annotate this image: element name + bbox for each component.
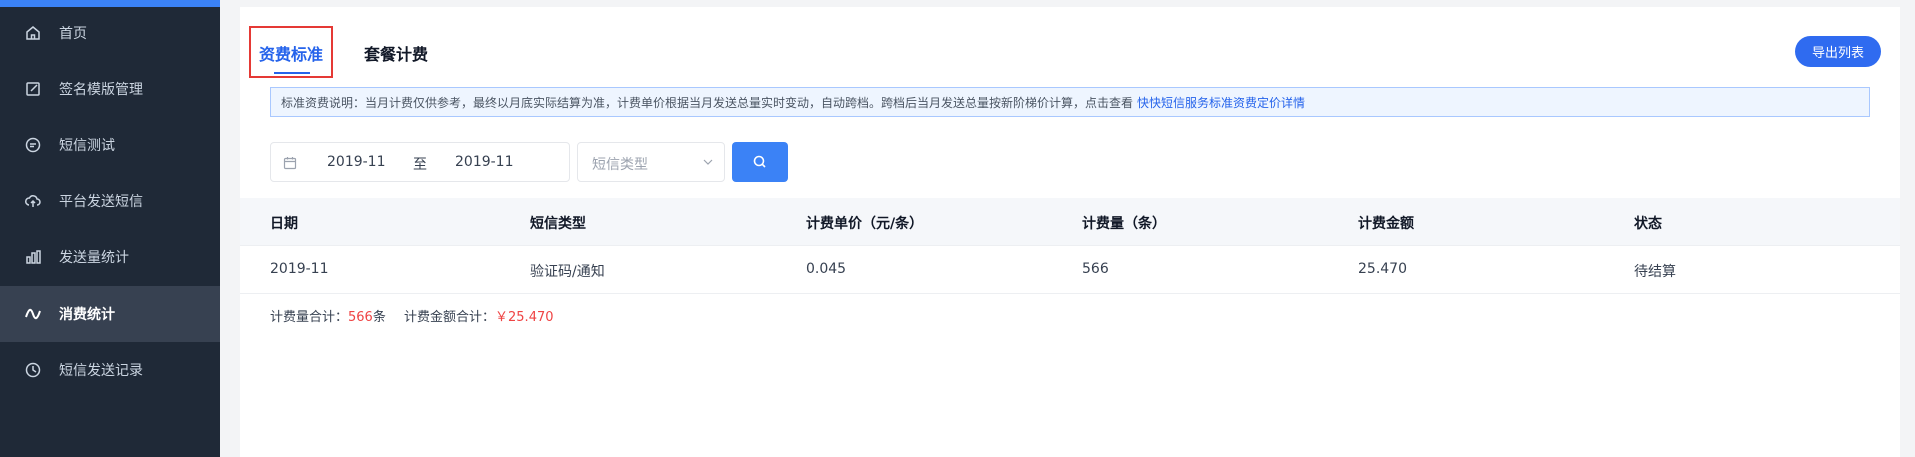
cell-billing-amount: 25.470 <box>1358 261 1407 277</box>
sidebar-item-sms-test[interactable]: 短信测试 <box>0 117 220 173</box>
date-separator: 至 <box>413 157 427 173</box>
sidebar-item-send-stats[interactable]: 发送量统计 <box>0 229 220 285</box>
notice-text: 标准资费说明：当月计费仅供参考，最终以月底实际结算为准，计费单价根据当月发送总量… <box>281 95 1134 110</box>
column-header-status: 状态 <box>1634 216 1662 232</box>
pricing-details-link[interactable]: 快快短信服务标准资费定价详情 <box>1137 94 1305 111</box>
summary-count-unit: 条 <box>372 310 386 325</box>
summary-count-value: 566 <box>348 310 373 325</box>
billing-summary: 计费量合计：566条 计费金额合计：￥25.470 <box>270 306 554 325</box>
summary-amount-label: 计费金额合计： <box>404 310 496 325</box>
wave-icon <box>24 305 42 323</box>
column-header-sms-type: 短信类型 <box>530 216 586 232</box>
cell-status: 待结算 <box>1634 264 1676 280</box>
summary-amount-value: ￥25.470 <box>495 310 554 325</box>
bar-chart-icon <box>24 248 42 266</box>
date-start[interactable]: 2019-11 <box>327 154 386 170</box>
pricing-notice: 标准资费说明：当月计费仅供参考，最终以月底实际结算为准，计费单价根据当月发送总量… <box>270 87 1870 117</box>
sidebar-item-label: 短信测试 <box>59 138 115 154</box>
sidebar-item-send-records[interactable]: 短信发送记录 <box>0 342 220 398</box>
clock-icon <box>24 361 42 379</box>
cell-date: 2019-11 <box>270 261 329 277</box>
export-list-button[interactable]: 导出列表 <box>1795 36 1881 67</box>
edit-icon <box>24 80 42 98</box>
sidebar: 首页 签名模版管理 短信测试 平台发送短信 发送量统计 消费统计 短信发送记录 <box>0 0 220 457</box>
column-header-date: 日期 <box>270 216 298 232</box>
column-header-billing-amount: 计费金额 <box>1358 216 1414 232</box>
calendar-icon <box>283 155 297 170</box>
home-icon <box>24 24 42 42</box>
cell-unit-price: 0.045 <box>806 261 847 277</box>
sidebar-item-label: 平台发送短信 <box>59 194 143 210</box>
sidebar-item-consumption-stats[interactable]: 消费统计 <box>0 286 220 342</box>
tab-highlight-box <box>249 26 333 78</box>
table-row: 2019-11 验证码/通知 0.045 566 25.470 待结算 <box>240 246 1900 294</box>
sidebar-item-label: 消费统计 <box>59 307 115 323</box>
table-header: 日期 短信类型 计费单价（元/条） 计费量（条） 计费金额 状态 <box>240 198 1900 246</box>
sidebar-item-home[interactable]: 首页 <box>0 5 220 61</box>
chevron-down-icon <box>702 156 714 168</box>
message-icon <box>24 136 42 154</box>
sms-type-placeholder: 短信类型 <box>592 157 648 173</box>
sms-type-select[interactable]: 短信类型 <box>577 142 725 182</box>
sidebar-item-signature-template[interactable]: 签名模版管理 <box>0 61 220 117</box>
sidebar-item-platform-send[interactable]: 平台发送短信 <box>0 173 220 229</box>
sidebar-item-label: 短信发送记录 <box>59 363 143 379</box>
search-button[interactable] <box>732 142 788 182</box>
date-range-picker[interactable]: 2019-11 至 2019-11 <box>270 142 570 182</box>
summary-count-label: 计费量合计： <box>270 310 349 325</box>
column-header-billing-count: 计费量（条） <box>1082 216 1166 232</box>
sidebar-item-label: 发送量统计 <box>59 250 129 266</box>
cell-billing-count: 566 <box>1082 261 1109 277</box>
search-icon <box>752 154 768 170</box>
sidebar-item-label: 首页 <box>59 26 87 42</box>
column-header-unit-price: 计费单价（元/条） <box>806 216 924 232</box>
date-end[interactable]: 2019-11 <box>455 154 514 170</box>
cell-sms-type: 验证码/通知 <box>530 264 605 280</box>
tab-package-billing[interactable]: 套餐计费 <box>364 41 428 65</box>
sidebar-item-label: 签名模版管理 <box>59 82 143 98</box>
cloud-upload-icon <box>24 192 42 210</box>
